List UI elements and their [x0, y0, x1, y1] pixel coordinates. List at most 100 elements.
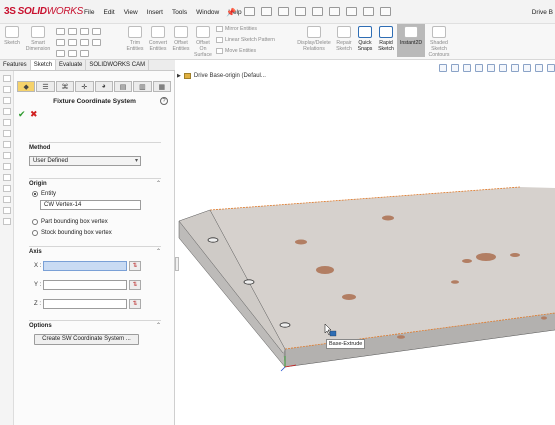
collapse-origin-icon[interactable]: ⌃ [156, 180, 161, 187]
sketch-button[interactable]: Sketch [2, 26, 22, 46]
strip-tool-icon-7[interactable] [2, 141, 11, 148]
point-icon[interactable] [92, 39, 101, 46]
tab-sketch[interactable]: Sketch [30, 60, 57, 70]
strip-tool-icon-12[interactable] [2, 196, 11, 203]
cam-feature-tree-icon[interactable]: ◆ [17, 81, 36, 92]
reverse-direction-icon[interactable]: ⇅ [129, 280, 141, 290]
new-document-icon[interactable] [261, 7, 272, 16]
spline-icon[interactable] [92, 28, 101, 35]
origin-section: Origin ⌃ [29, 178, 161, 187]
ds-logo-icon: 3S [4, 6, 16, 17]
ok-button[interactable]: ✔ [18, 109, 26, 120]
part-model[interactable] [175, 60, 555, 425]
strip-tool-icon-14[interactable] [2, 218, 11, 225]
menu-insert[interactable]: Insert [147, 9, 163, 16]
quick-snaps-button[interactable]: Quick Snaps [356, 26, 374, 52]
cam-nc-manager-icon[interactable]: ▦ [152, 81, 171, 92]
cam-tool-tree-icon[interactable]: ▥ [133, 81, 152, 92]
display-manager-icon[interactable]: ◕ [94, 81, 113, 92]
rapid-sketch-button[interactable]: Rapid Sketch [376, 26, 396, 52]
plane-icon[interactable] [68, 50, 77, 57]
graphics-area[interactable]: ▶ Drive Base-origin (Defaul... Base-Extr… [175, 60, 555, 425]
strip-tool-icon-2[interactable] [2, 86, 11, 93]
method-select[interactable]: User Defined ▾ [29, 156, 141, 166]
arc-icon[interactable] [68, 39, 77, 46]
cam-operation-tree-icon[interactable]: ▤ [113, 81, 133, 92]
solidworks-logo[interactable]: 3S SOLIDWORKS [4, 6, 83, 17]
entity-selection-field[interactable]: CW Vertex-14 [40, 200, 141, 210]
undo-icon[interactable] [329, 7, 340, 16]
stock-bbox-label: Stock bounding box vertex [41, 230, 112, 236]
offset-on-surface-button[interactable]: Offset On Surface [193, 26, 213, 58]
strip-tool-icon-3[interactable] [2, 97, 11, 104]
strip-tool-icon-11[interactable] [2, 185, 11, 192]
move-icon [216, 48, 223, 54]
y-axis-field[interactable] [43, 280, 127, 290]
strip-tool-icon-4[interactable] [2, 108, 11, 115]
help-icon[interactable]: ? [160, 97, 168, 105]
radio-off-icon [32, 219, 38, 225]
strip-tool-icon-8[interactable] [2, 152, 11, 159]
circle-icon[interactable] [56, 39, 65, 46]
sketch-entities-row-1 [56, 28, 101, 35]
save-icon[interactable] [295, 7, 306, 16]
sketch-entities-row-2 [56, 39, 101, 46]
shaded-sketch-contours-button[interactable]: Shaded Sketch Contours [427, 26, 451, 58]
pin-icon[interactable]: 📌 [226, 8, 236, 17]
rectangle-icon[interactable] [68, 28, 77, 35]
move-entities-label: Move Entities [225, 48, 257, 54]
config-manager-icon[interactable]: ⌘ [55, 81, 75, 92]
x-axis-field[interactable] [43, 261, 127, 271]
slot-icon[interactable] [80, 28, 89, 35]
property-manager-icon[interactable]: ☰ [36, 81, 55, 92]
z-axis-field[interactable] [43, 299, 127, 309]
menu-window[interactable]: Window [196, 9, 219, 16]
strip-tool-icon-10[interactable] [2, 174, 11, 181]
quick-snaps-icon [358, 26, 372, 38]
stock-bbox-radio[interactable]: Stock bounding box vertex [32, 230, 112, 236]
move-entities-button[interactable]: Move Entities [216, 48, 256, 54]
sketch-label: Sketch [4, 40, 20, 46]
select-icon[interactable] [346, 7, 357, 16]
strip-tool-icon-5[interactable] [2, 119, 11, 126]
part-bbox-radio[interactable]: Part bounding box vertex [32, 219, 108, 225]
reverse-direction-icon[interactable]: ⇅ [129, 261, 141, 271]
menu-edit[interactable]: Edit [103, 9, 114, 16]
dim-xpert-icon[interactable]: ✛ [75, 81, 94, 92]
create-sw-coordinate-system-button[interactable]: Create SW Coordinate System ... [34, 334, 139, 345]
collapse-axis-icon[interactable]: ⌃ [156, 248, 161, 255]
tab-features[interactable]: Features [0, 60, 31, 70]
menu-file[interactable]: File [84, 9, 94, 16]
convert-entities-button[interactable]: Convert Entities [147, 26, 169, 52]
strip-tool-icon-9[interactable] [2, 163, 11, 170]
line-icon[interactable] [56, 28, 65, 35]
polygon-icon[interactable] [80, 39, 89, 46]
trim-entities-button[interactable]: Trim Entities [124, 26, 146, 52]
cancel-button[interactable]: ✖ [30, 109, 38, 120]
print-icon[interactable] [312, 7, 323, 16]
chevron-down-icon: ▾ [134, 158, 138, 164]
strip-tool-icon-13[interactable] [2, 207, 11, 214]
options-gear-icon[interactable] [380, 7, 391, 16]
fillet-icon[interactable] [56, 50, 65, 57]
collapse-options-icon[interactable]: ⌃ [156, 322, 161, 329]
repair-sketch-button[interactable]: Repair Sketch [334, 26, 354, 52]
display-delete-relations-button[interactable]: Display/Delete Relations [296, 26, 332, 52]
smart-dimension-button[interactable]: Smart Dimension [24, 26, 52, 52]
instant2d-button[interactable]: Instant2D [397, 24, 425, 57]
strip-tool-icon-6[interactable] [2, 130, 11, 137]
linear-sketch-pattern-button[interactable]: Linear Sketch Pattern [216, 37, 275, 43]
strip-tool-icon-1[interactable] [2, 75, 11, 82]
tab-evaluate[interactable]: Evaluate [56, 60, 87, 70]
offset-entities-button[interactable]: Offset Entities [170, 26, 192, 52]
open-icon[interactable] [278, 7, 289, 16]
rebuild-icon[interactable] [363, 7, 374, 16]
tab-solidworks-cam[interactable]: SOLIDWORKS CAM [86, 60, 150, 70]
reverse-direction-icon[interactable]: ⇅ [129, 299, 141, 309]
text-icon[interactable] [80, 50, 89, 57]
mirror-entities-button[interactable]: Mirror Entities [216, 26, 257, 32]
menu-view[interactable]: View [124, 9, 138, 16]
home-icon[interactable] [244, 7, 255, 16]
menu-tools[interactable]: Tools [172, 9, 187, 16]
entity-radio[interactable]: Entity [32, 191, 56, 197]
